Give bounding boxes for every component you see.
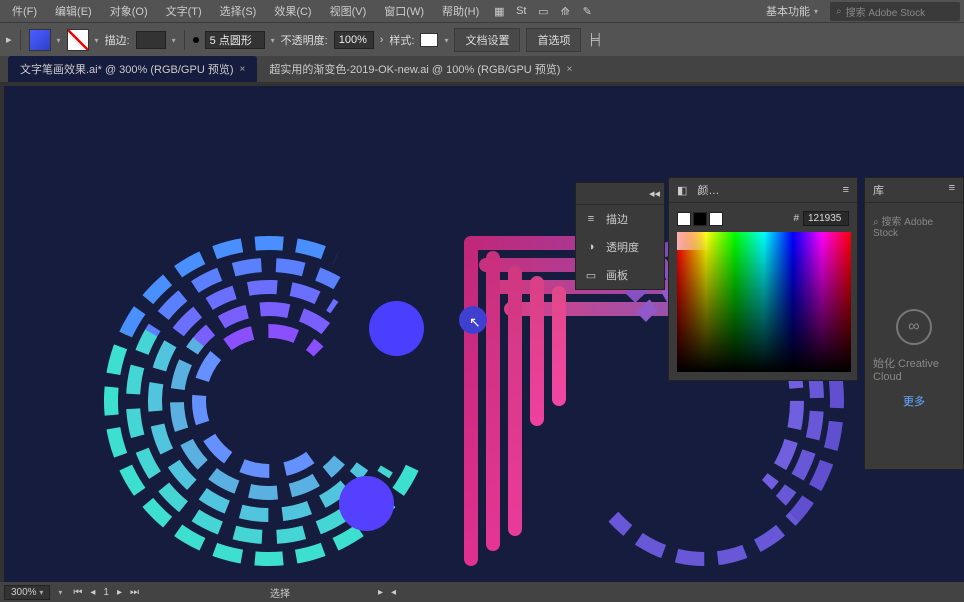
no-selection-icon: ▸ (6, 33, 12, 46)
panel-mini: ◂◂ ≡ 描边 ◑ 透明度 ▭ 画板 (575, 182, 665, 290)
stroke-icon: ≡ (584, 212, 598, 226)
panel-menu-icon[interactable]: ≡ (843, 184, 849, 196)
menu-file[interactable]: 件(F) (4, 1, 45, 21)
arrange-icon[interactable]: ▭ (533, 1, 553, 21)
menu-bar: 件(F) 编辑(E) 对象(O) 文字(T) 选择(S) 效果(C) 视图(V)… (0, 0, 964, 22)
menu-window[interactable]: 窗口(W) (376, 1, 432, 21)
chevron-down-icon (814, 5, 818, 17)
panel-label: 描边 (606, 211, 628, 227)
play-icon[interactable]: ▸ (378, 587, 383, 598)
panel-collapse-icon[interactable]: ◂◂ (649, 187, 660, 200)
black-swatch[interactable] (693, 212, 707, 226)
current-tool: 选择 (270, 585, 290, 600)
panel-title[interactable]: 库 (873, 182, 884, 198)
tab-label: 文字笔画效果.ai* @ 300% (RGB/GPU 预览) (20, 61, 233, 77)
opacity-label: 不透明度: (281, 32, 328, 48)
artwork-letter-c (104, 236, 434, 566)
stock-icon[interactable]: St (511, 1, 531, 21)
preferences-button[interactable]: 首选项 (526, 28, 581, 52)
control-bar: ▸ 描边: 不透明度: › 样式: 文档设置 首选项 ╞╡ (0, 22, 964, 56)
menu-select[interactable]: 选择(S) (212, 1, 265, 21)
chevron-down-icon[interactable] (58, 587, 62, 598)
artboard-icon: ▭ (584, 268, 598, 282)
align-icon[interactable]: ╞╡ (587, 34, 603, 46)
artboard-nav: ⏮ ◂ 1 ▸ ⏭ (70, 587, 142, 598)
menu-type[interactable]: 文字(T) (158, 1, 210, 21)
zoom-level[interactable]: 300% (4, 585, 50, 600)
creative-cloud-icon: ∞ (896, 309, 932, 345)
close-icon[interactable]: × (239, 64, 245, 75)
color-spectrum[interactable] (677, 232, 851, 372)
menu-effect[interactable]: 效果(C) (266, 1, 319, 21)
chevron-down-icon[interactable] (172, 34, 176, 46)
workspace-label: 基本功能 (766, 3, 810, 19)
none-swatch[interactable] (677, 212, 691, 226)
menu-edit[interactable]: 编辑(E) (47, 1, 100, 21)
menu-view[interactable]: 视图(V) (322, 1, 375, 21)
chevron-down-icon[interactable] (444, 34, 448, 46)
chevron-down-icon[interactable] (57, 34, 61, 46)
chevron-down-icon (39, 587, 43, 598)
scroll-left-icon[interactable]: ◂ (391, 587, 396, 598)
search-placeholder: 搜索 Adobe Stock (873, 217, 933, 239)
panel-stroke[interactable]: ≡ 描边 (576, 205, 664, 233)
chevron-down-icon[interactable] (271, 34, 275, 46)
search-placeholder: 搜索 Adobe Stock (846, 4, 925, 19)
tab-document-1[interactable]: 文字笔画效果.ai* @ 300% (RGB/GPU 预览) × (8, 56, 257, 82)
fill-swatch[interactable] (29, 29, 51, 51)
search-icon: ⌕ (873, 217, 879, 228)
tab-label: 超实用的渐变色-2019-OK-new.ai @ 100% (RGB/GPU 预… (269, 61, 560, 77)
nav-next-icon[interactable]: ▸ (114, 587, 125, 598)
selection-anchor (459, 306, 487, 334)
hex-input[interactable] (803, 211, 849, 226)
workspace-switcher[interactable]: 基本功能 (756, 1, 828, 21)
panel-title: 颜… (697, 182, 719, 198)
panel-libraries: 库 ≡ ⌕ 搜索 Adobe Stock ∞ 始化 Creative Cloud… (864, 177, 964, 470)
document-tabs: 文字笔画效果.ai* @ 300% (RGB/GPU 预览) × 超实用的渐变色… (0, 56, 964, 82)
palette-icon[interactable]: ◧ (677, 184, 687, 197)
cc-more-link[interactable]: 更多 (903, 393, 925, 409)
panel-transparency[interactable]: ◑ 透明度 (576, 233, 664, 261)
panel-label: 画板 (606, 267, 628, 283)
feedback-icon[interactable]: ✎ (577, 1, 597, 21)
style-label: 样式: (389, 32, 414, 48)
panel-label: 透明度 (606, 239, 639, 255)
cc-init-text: 始化 Creative Cloud (873, 355, 955, 383)
stroke-label: 描边: (105, 32, 130, 48)
bridge-icon[interactable]: ▦ (489, 1, 509, 21)
panel-artboards[interactable]: ▭ 画板 (576, 261, 664, 289)
chevron-down-icon[interactable] (95, 34, 99, 46)
transparency-icon: ◑ (584, 240, 598, 254)
opacity-input[interactable] (334, 31, 374, 49)
panel-color: ◧ 颜… ≡ # (668, 177, 858, 381)
adobe-stock-search[interactable]: ⌕ 搜索 Adobe Stock (830, 2, 960, 21)
menu-help[interactable]: 帮助(H) (434, 1, 487, 21)
tab-document-2[interactable]: 超实用的渐变色-2019-OK-new.ai @ 100% (RGB/GPU 预… (257, 56, 584, 82)
brush-dot-icon (193, 37, 199, 43)
stroke-weight-input[interactable] (136, 31, 166, 49)
search-icon: ⌕ (836, 6, 842, 17)
nav-first-icon[interactable]: ⏮ (70, 587, 85, 598)
nav-prev-icon[interactable]: ◂ (87, 587, 98, 598)
gpu-icon[interactable]: ⟰ (555, 1, 575, 21)
white-swatch[interactable] (709, 212, 723, 226)
close-icon[interactable]: × (566, 64, 572, 75)
status-bar: 300% ⏮ ◂ 1 ▸ ⏭ 选择 ▸ ◂ (0, 582, 964, 602)
document-setup-button[interactable]: 文档设置 (454, 28, 520, 52)
panel-menu-icon[interactable]: ≡ (949, 182, 955, 198)
nav-last-icon[interactable]: ⏭ (127, 587, 142, 598)
nav-page[interactable]: 1 (100, 587, 112, 598)
style-swatch[interactable] (420, 33, 438, 47)
workspace: ↖ ◂◂ ≡ 描边 ◑ 透明度 ▭ 画板 ◧ 颜… (0, 82, 964, 582)
brush-input[interactable] (205, 31, 265, 49)
stroke-swatch[interactable] (67, 29, 89, 51)
menu-object[interactable]: 对象(O) (102, 1, 156, 21)
library-search[interactable]: ⌕ 搜索 Adobe Stock (865, 203, 963, 249)
hex-prefix: # (793, 213, 799, 224)
